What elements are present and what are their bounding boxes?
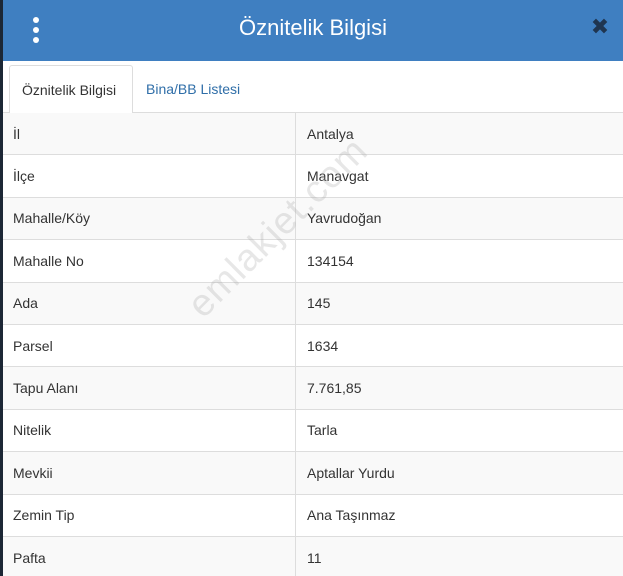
panel-header: Öznitelik Bilgisi ✖	[3, 0, 623, 61]
attribute-value: Antalya	[307, 125, 354, 142]
attribute-key: İlçe	[3, 155, 296, 197]
table-row: İl Antalya	[3, 113, 623, 156]
attribute-key: Nitelik	[3, 409, 296, 452]
attribute-key: Mevkii	[3, 452, 296, 494]
attribute-value: 145	[307, 295, 331, 312]
close-icon[interactable]: ✖	[589, 15, 611, 40]
table-row: Ada 145	[3, 282, 623, 325]
attribute-key: Tapu Alanı	[3, 367, 296, 409]
table-row: Tapu Alanı 7.761,85	[3, 367, 623, 410]
table-row: Nitelik Tarla	[3, 409, 623, 453]
window-edge	[0, 0, 3, 576]
table-row: Pafta 11	[3, 536, 623, 576]
tab-oznitelik-bilgisi[interactable]: Öznitelik Bilgisi	[9, 65, 133, 114]
attribute-table: İl Antalya İlçe Manavgat Mahalle/Köy Yav…	[3, 113, 623, 576]
attribute-value: 134154	[307, 252, 354, 269]
attribute-value: Yavrudoğan	[307, 210, 382, 227]
attribute-value: Tarla	[307, 422, 338, 439]
table-row: İlçe Manavgat	[3, 155, 623, 198]
attribute-key: Mahalle No	[3, 240, 296, 282]
attribute-key: Zemin Tip	[3, 494, 296, 536]
panel-title: Öznitelik Bilgisi	[239, 15, 387, 40]
table-row: Mahalle/Köy Yavrudoğan	[3, 197, 623, 241]
table-row: Mevkii Aptallar Yurdu	[3, 452, 623, 495]
attribute-value: 11	[307, 549, 322, 566]
attribute-key: Ada	[3, 282, 296, 324]
attribute-value: Ana Taşınmaz	[307, 507, 396, 524]
attribute-value: Aptallar Yurdu	[307, 464, 395, 481]
attribute-key: İl	[3, 113, 296, 155]
attribute-key: Mahalle/Köy	[3, 197, 296, 240]
tab-bar: Öznitelik Bilgisi Bina/BB Listesi	[3, 61, 623, 114]
attribute-value: 7.761,85	[307, 380, 362, 397]
attribute-key: Pafta	[3, 536, 296, 576]
table-row: Parsel 1634	[3, 324, 623, 368]
attribute-value: 1634	[307, 337, 339, 354]
tab-bina-bb-listesi[interactable]: Bina/BB Listesi	[134, 65, 252, 113]
table-row: Mahalle No 134154	[3, 240, 623, 283]
table-row: Zemin Tip Ana Taşınmaz	[3, 494, 623, 537]
attribute-key: Parsel	[3, 324, 296, 367]
attribute-value: Manavgat	[307, 168, 369, 185]
